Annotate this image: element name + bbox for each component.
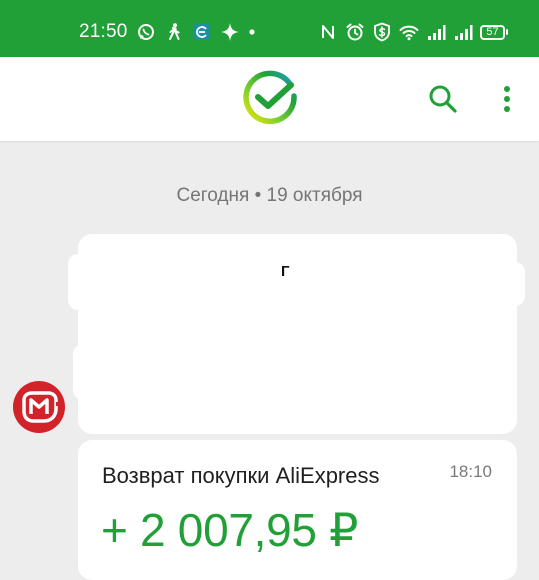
sparkle-icon (221, 23, 239, 41)
battery-indicator: 57 (480, 24, 508, 40)
status-right-icons: 57 (318, 22, 508, 42)
transaction-amount: + 2 007,95 ₽ (101, 504, 359, 556)
card-edge (503, 262, 525, 306)
walking-icon (169, 23, 180, 40)
shield-dollar-icon (374, 22, 390, 42)
card-edge (73, 344, 95, 400)
status-left-icons (136, 22, 256, 42)
battery-level: 57 (480, 24, 505, 40)
search-icon[interactable] (427, 83, 459, 115)
signal-icon (428, 25, 446, 40)
alarm-icon (346, 23, 364, 41)
app-header (0, 57, 539, 141)
battery-tip (506, 29, 508, 35)
transaction-title: Возврат покупки AliExpress (102, 463, 380, 488)
text-cursor-mark: Г (281, 263, 290, 280)
date-separator: Сегодня • 19 октября (176, 185, 363, 206)
transaction-time: 18:10 (449, 462, 492, 481)
magnit-logo-icon (13, 381, 65, 433)
wifi-icon (399, 25, 419, 41)
more-vertical-icon[interactable] (496, 83, 518, 115)
transaction-card[interactable]: Возврат покупки AliExpress 18:10 + 2 007… (78, 440, 517, 580)
card-edge (68, 254, 98, 310)
status-time: 21:50 (79, 21, 128, 42)
sber-logo-icon (243, 70, 297, 125)
signal-icon (455, 25, 473, 40)
dot-icon (249, 29, 255, 35)
app-icon (194, 24, 210, 40)
status-bar: 21:50 57 (0, 0, 539, 57)
message-card[interactable]: Г (68, 234, 525, 434)
nfc-icon (322, 25, 334, 39)
whatsapp-icon (138, 24, 154, 40)
